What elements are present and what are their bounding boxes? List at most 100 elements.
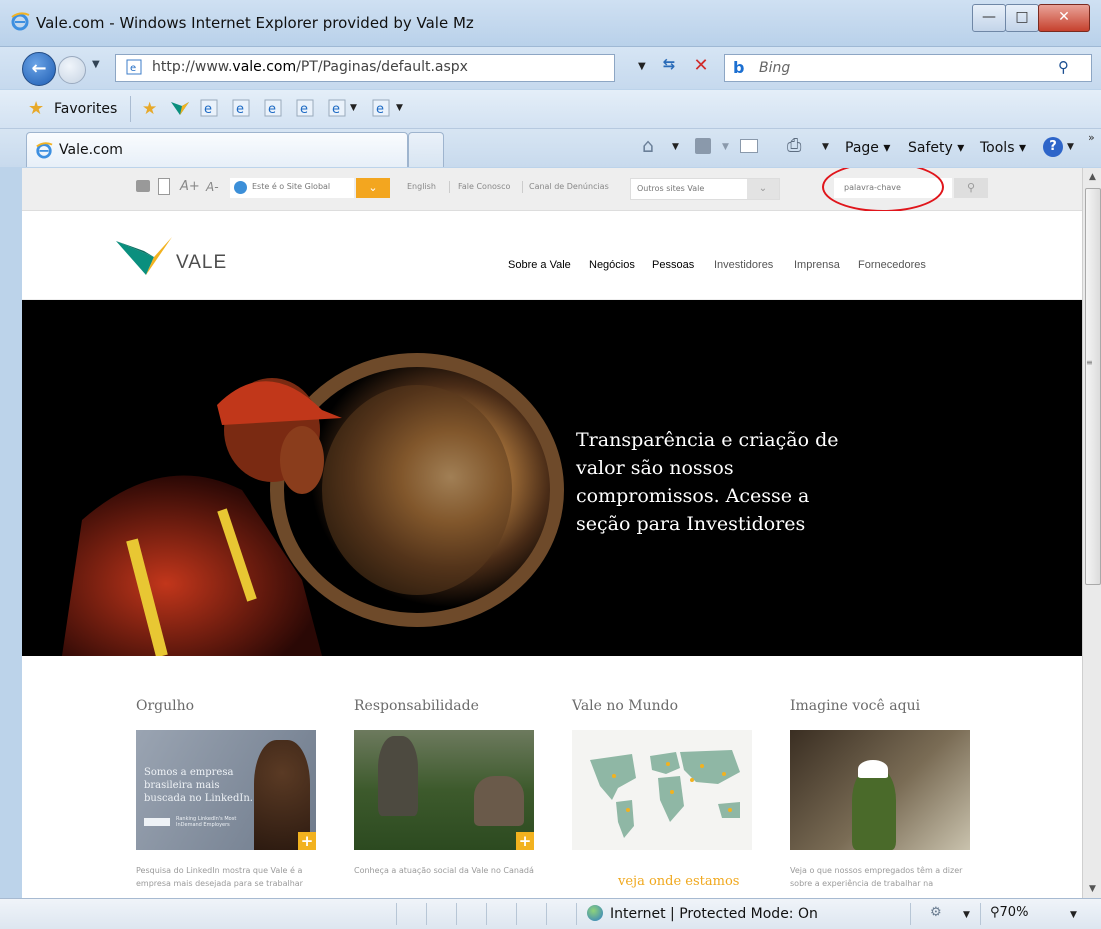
card-description[interactable]: Conheça a atuação social da Vale no Cana… (354, 864, 534, 877)
svg-text:e: e (300, 102, 308, 117)
world-map-image[interactable] (572, 730, 752, 850)
promo-subtext: Ranking LinkedIn's Most InDemand Employe… (176, 816, 237, 828)
address-dropdown-icon[interactable]: ▼ (638, 61, 646, 72)
add-favorite-icon[interactable]: ★ (142, 99, 157, 119)
font-decrease-button[interactable]: A- (206, 180, 219, 194)
english-link[interactable]: English (407, 182, 436, 191)
home-dropdown-icon[interactable]: ▼ (672, 142, 679, 152)
font-increase-button[interactable]: A+ (180, 179, 200, 194)
search-icon[interactable]: ⚲ (1058, 58, 1069, 76)
safety-menu[interactable]: Safety ▾ (908, 140, 964, 156)
scroll-down-icon[interactable]: ▼ (1083, 880, 1101, 898)
svg-text:e: e (332, 102, 340, 117)
nav-pessoas[interactable]: Pessoas (652, 259, 694, 271)
veja-onde-estamos-link[interactable]: veja onde estamos (618, 874, 739, 889)
nav-negocios[interactable]: Negócios (589, 259, 635, 271)
feeds-dropdown-icon[interactable]: ▼ (722, 142, 729, 152)
tab-vale[interactable]: Vale.com (26, 132, 408, 167)
scroll-thumb[interactable] (1085, 188, 1101, 585)
zoom-dropdown-icon[interactable]: ▼ (1070, 910, 1077, 920)
nav-fornecedores[interactable]: Fornecedores (858, 259, 926, 271)
maximize-button[interactable]: □ (1005, 4, 1039, 32)
linkedin-promo-image[interactable]: Somos a empresa brasileira mais buscada … (136, 730, 316, 850)
favorite-dropdown-icon[interactable]: ▼ (350, 103, 357, 113)
chevron-down-icon[interactable]: ▼ (963, 910, 970, 920)
home-icon[interactable]: ⌂ (642, 135, 654, 157)
favorites-star-icon[interactable]: ★ (28, 98, 44, 119)
nav-investidores[interactable]: Investidores (714, 259, 773, 271)
stop-icon[interactable]: ✕ (690, 55, 712, 77)
status-bar: Internet | Protected Mode: On ⚙ ▼ ⚲70% ▼ (0, 898, 1101, 929)
lock-icon[interactable]: ⚙ (930, 905, 942, 920)
card-description[interactable]: Pesquisa do LinkedIn mostra que Vale é a… (136, 864, 316, 890)
vertical-scrollbar[interactable]: ▲ ≡ ▼ (1082, 168, 1101, 898)
chevron-overflow-icon[interactable]: » (1088, 131, 1095, 144)
site-header: VALE Sobre a Vale Negócios Pessoas Inves… (22, 211, 1082, 300)
svg-text:e: e (376, 102, 384, 117)
help-dropdown-icon[interactable]: ▼ (1067, 142, 1074, 152)
promo-text: Somos a empresa brasileira mais buscada … (144, 767, 253, 804)
chevron-down-icon[interactable]: ⌄ (747, 179, 779, 199)
forward-button[interactable] (58, 56, 86, 84)
plus-icon[interactable]: + (516, 832, 534, 850)
card-title: Imagine você aqui (790, 698, 921, 714)
hero-text[interactable]: Transparência e criação de valor são nos… (576, 426, 866, 538)
document-icon[interactable] (158, 178, 170, 195)
site-select[interactable]: Este é o Site Global (230, 178, 354, 198)
scroll-up-icon[interactable]: ▲ (1083, 168, 1101, 186)
print-icon[interactable]: ⎙ (787, 135, 801, 156)
employee-image[interactable] (790, 730, 970, 850)
highlight-circle-annotation (822, 168, 944, 212)
print-dropdown-icon[interactable]: ▼ (822, 142, 829, 152)
nav-sobre[interactable]: Sobre a Vale (508, 259, 571, 271)
ie-favorite-icon[interactable]: e (296, 99, 314, 117)
zoom-level[interactable]: ⚲70% (990, 905, 1028, 920)
divider (546, 903, 547, 925)
favorite-dropdown-icon[interactable]: ▼ (396, 103, 403, 113)
card-vale-no-mundo[interactable]: Vale no Mundo veja onde estamos (572, 698, 752, 889)
card-responsabilidade[interactable]: Responsabilidade + Conheça a atuação soc… (354, 698, 534, 875)
divider (396, 903, 397, 925)
ie-favorite-icon[interactable]: e (372, 99, 390, 117)
mail-icon[interactable] (740, 139, 758, 153)
recent-pages-dropdown-icon[interactable]: ▼ (92, 59, 100, 70)
feeds-icon[interactable] (695, 138, 711, 154)
fale-conosco-link[interactable]: Fale Conosco (458, 182, 510, 191)
back-button[interactable]: ← (22, 52, 56, 86)
ie-favorite-icon[interactable]: e (232, 99, 250, 117)
ie-favorite-icon[interactable]: e (200, 99, 218, 117)
refresh-icon[interactable]: ⇆ (658, 55, 680, 77)
canal-denuncias-link[interactable]: Canal de Denúncias (529, 182, 609, 191)
close-button[interactable]: ✕ (1038, 4, 1090, 32)
new-tab-button[interactable] (408, 132, 444, 167)
print-icon[interactable] (136, 180, 150, 192)
address-input[interactable]: e http://www.vale.com/PT/Paginas/default… (115, 54, 615, 82)
other-sites-select[interactable]: Outros sites Vale ⌄ (630, 178, 780, 200)
security-zone-text[interactable]: Internet | Protected Mode: On (610, 906, 818, 922)
hero-banner[interactable]: Transparência e criação de valor são nos… (22, 300, 1082, 656)
card-orgulho[interactable]: Orgulho Somos a empresa brasileira mais … (136, 698, 316, 888)
logo-text[interactable]: VALE (176, 252, 227, 274)
vale-favicon-icon[interactable] (170, 100, 190, 116)
site-select-dropdown-button[interactable]: ⌄ (356, 178, 390, 198)
help-icon[interactable]: ? (1043, 137, 1063, 157)
tab-label: Vale.com (59, 142, 123, 158)
ie-favorite-icon[interactable]: e (264, 99, 282, 117)
nav-imprensa[interactable]: Imprensa (794, 259, 840, 271)
page-menu[interactable]: Page ▾ (845, 140, 890, 156)
search-box[interactable]: b Bing ⚲ (724, 54, 1092, 82)
svg-text:e: e (236, 102, 244, 117)
plus-icon[interactable]: + (298, 832, 316, 850)
ie-favorite-icon[interactable]: e (328, 99, 346, 117)
card-description[interactable]: Veja o que nossos empregados têm a dizer… (790, 864, 970, 890)
favorites-button[interactable]: Favorites (54, 101, 117, 117)
search-button[interactable]: ⚲ (954, 178, 988, 198)
minimize-button[interactable]: — (972, 4, 1006, 32)
vale-logo-icon[interactable] (114, 231, 174, 277)
card-imagine[interactable]: Imagine você aqui Veja o que nossos empr… (790, 698, 970, 888)
divider (980, 903, 981, 925)
greenhouse-image[interactable]: + (354, 730, 534, 850)
window-title: Vale.com - Windows Internet Explorer pro… (36, 14, 474, 32)
ie-logo-icon (11, 12, 30, 31)
tools-menu[interactable]: Tools ▾ (980, 140, 1026, 156)
